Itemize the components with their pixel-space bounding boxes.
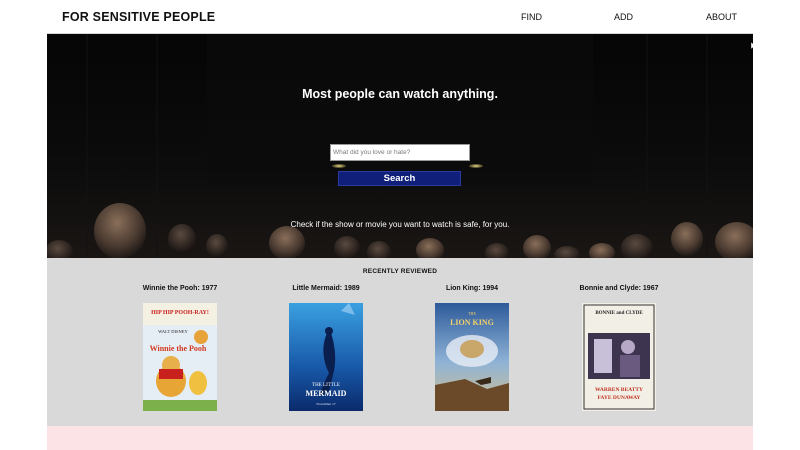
top-nav-bar: FOR SENSITIVE PEOPLE FIND ADD ABOUT <box>47 0 753 34</box>
nav-find-link[interactable]: FIND <box>521 12 542 22</box>
winnie-the-pooh-poster-icon[interactable]: HIP HIP POOH-RAY! WALT DISNEY Winnie the… <box>143 303 217 411</box>
nav-about-link[interactable]: ABOUT <box>706 12 737 22</box>
movie-title: Lion King: 1994 <box>445 285 499 292</box>
hero-section: Most people can watch anything. Search C… <box>47 34 753 258</box>
movie-card[interactable]: Winnie the Pooh: 1977 HIP HIP POOH-RAY! … <box>105 285 255 415</box>
poster-text: Winnie the Pooh <box>150 344 207 353</box>
poster-text: November 17 <box>316 402 335 406</box>
poster-text: THE LITTLE <box>312 383 340 388</box>
poster-text: MERMAID <box>306 389 347 398</box>
movie-card[interactable]: Little Mermaid: 1989 THE LITTLE MERMAID … <box>251 285 401 415</box>
mouse-cursor-icon <box>751 42 753 50</box>
page: FOR SENSITIVE PEOPLE FIND ADD ABOUT Most… <box>47 0 753 450</box>
poster-text: WALT DISNEY <box>158 329 188 334</box>
nav-add-link[interactable]: ADD <box>614 12 633 22</box>
movie-card[interactable]: Lion King: 1994 THE LION KING <box>397 285 547 415</box>
poster-text: LION KING <box>450 318 494 327</box>
recently-reviewed-heading: RECENTLY REVIEWED <box>362 268 438 275</box>
recently-reviewed-section: RECENTLY REVIEWED Winnie the Pooh: 1977 … <box>47 258 753 426</box>
lion-king-poster-icon[interactable]: THE LION KING <box>435 303 509 411</box>
poster-text: FAYE DUNAWAY <box>597 395 640 401</box>
poster-text: BONNIE and CLYDE <box>595 311 643 316</box>
glow-decoration-left <box>332 164 346 168</box>
poster-text: WARREN BEATTY <box>595 387 643 393</box>
footer-strip <box>47 426 753 450</box>
poster-text: HIP HIP POOH-RAY! <box>151 310 209 316</box>
hero-title: Most people can watch anything. <box>302 87 498 101</box>
poster-text: THE <box>468 311 476 316</box>
search-input[interactable] <box>330 144 470 161</box>
hero-tagline: Check if the show or movie you want to w… <box>290 220 510 229</box>
glow-decoration-right <box>469 164 483 168</box>
movie-card[interactable]: Bonnie and Clyde: 1967 BONNIE and CLYDE … <box>544 285 694 415</box>
search-button[interactable]: Search <box>338 171 461 186</box>
movie-title: Bonnie and Clyde: 1967 <box>579 285 659 292</box>
movie-title: Little Mermaid: 1989 <box>292 285 360 292</box>
movie-title: Winnie the Pooh: 1977 <box>142 285 218 292</box>
bonnie-and-clyde-poster-icon[interactable]: BONNIE and CLYDE WARREN BEATTY FAYE DUNA… <box>582 303 656 411</box>
little-mermaid-poster-icon[interactable]: THE LITTLE MERMAID November 17 <box>289 303 363 411</box>
brand-logo[interactable]: FOR SENSITIVE PEOPLE <box>62 10 215 24</box>
